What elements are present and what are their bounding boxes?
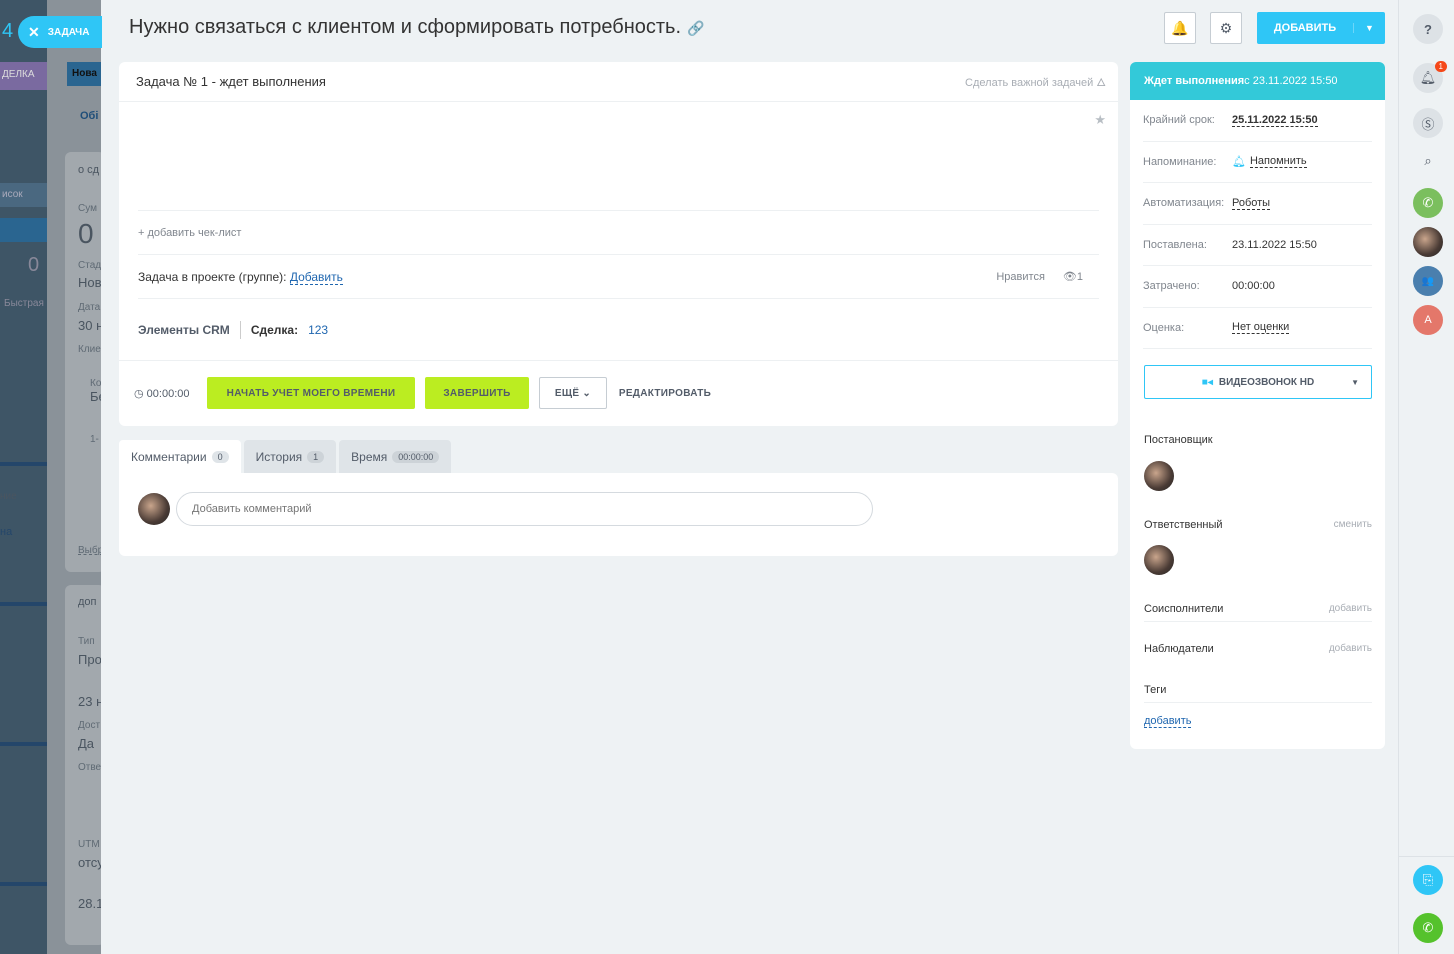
bell-button[interactable]: 🔔 <box>1164 12 1196 44</box>
comment-input[interactable] <box>176 492 873 526</box>
right-toolbar: ? 🔔︎ 1 Ⓢ ⌕ ✆ 👥 A ⎘ ✆ <box>1398 0 1454 954</box>
tab-comments[interactable]: Комментарии 0 <box>119 440 241 473</box>
page-title: Нужно связаться с клиентом и сформироват… <box>129 16 705 38</box>
chat-icon[interactable]: Ⓢ <box>1413 108 1443 138</box>
tab-time[interactable]: Время 00:00:00 <box>339 440 452 473</box>
task-sidebar: Ждет выполнения с 23.11.2022 15:50 Крайн… <box>1130 62 1385 749</box>
change-responsible-link[interactable]: сменить <box>1334 519 1372 531</box>
copy-link-icon[interactable]: 🔗 <box>687 20 704 36</box>
rating-link[interactable]: Нет оценки <box>1232 321 1290 335</box>
call-icon[interactable]: ✆ <box>1413 913 1443 943</box>
chevron-down-icon: ⌄ <box>582 387 592 399</box>
task-panel: Нужно связаться с клиентом и сформироват… <box>101 0 1398 954</box>
background-crm-page: 4 ДЕЛКА Нова Обі о сд Сум 0 Стад Нов Дат… <box>0 0 101 954</box>
chevron-down-icon[interactable]: ▼ <box>1353 23 1385 33</box>
settings-button[interactable]: ⚙ <box>1210 12 1242 44</box>
edit-button[interactable]: РЕДАКТИРОВАТЬ <box>617 377 713 409</box>
bell-icon: 🔔 <box>1171 19 1189 36</box>
flame-icon: 🜂 <box>1096 76 1106 89</box>
add-checklist-link[interactable]: + добавить чек-лист <box>138 227 1099 239</box>
group-chat-icon[interactable]: 👥 <box>1413 266 1443 296</box>
status-badge: Ждет выполнения с 23.11.2022 15:50 <box>1130 62 1385 100</box>
open-lines-icon[interactable]: ⎘ <box>1413 865 1443 895</box>
avatar <box>138 493 170 525</box>
reminder-link[interactable]: Напомнить <box>1249 155 1307 169</box>
eye-icon: 👁 <box>1062 271 1077 283</box>
user-avatar[interactable] <box>1413 227 1443 257</box>
search-icon[interactable]: ⌕ <box>1413 146 1443 176</box>
responsible-avatar[interactable] <box>1144 545 1174 575</box>
chevron-down-icon: ▼ <box>1351 377 1359 387</box>
timer: ◷ 00:00:00 <box>134 388 190 400</box>
add-accomplice-link[interactable]: добавить <box>1329 603 1372 615</box>
help-icon[interactable]: ? <box>1413 14 1443 44</box>
close-icon: ✕ <box>28 23 40 40</box>
start-time-button[interactable]: НАЧАТЬ УЧЕТ МОЕГО ВРЕМЕНИ <box>207 377 415 409</box>
user-initial-avatar[interactable]: A <box>1413 305 1443 335</box>
video-call-button[interactable]: ■◂ ВИДЕОЗВОНОК HD ▼ <box>1144 365 1372 399</box>
finish-button[interactable]: ЗАВЕРШИТЬ <box>425 377 529 409</box>
creator-avatar[interactable] <box>1144 461 1174 491</box>
phone-icon[interactable]: ✆ <box>1413 188 1443 218</box>
task-status-heading: Задача № 1 - ждет выполнения <box>136 74 326 89</box>
make-important-link[interactable]: Сделать важной задачей 🜂 <box>965 71 1106 93</box>
task-card: Задача № 1 - ждет выполнения Сделать важн… <box>119 62 1118 426</box>
add-button[interactable]: ДОБАВИТЬ ▼ <box>1257 12 1385 44</box>
close-slider-button[interactable]: ✕ ЗАДАЧА <box>18 16 102 48</box>
star-icon[interactable]: ★ <box>1094 112 1106 128</box>
deadline-link[interactable]: 25.11.2022 15:50 <box>1232 114 1318 127</box>
add-watcher-link[interactable]: добавить <box>1329 643 1372 655</box>
gear-icon: ⚙ <box>1219 19 1233 36</box>
tab-history[interactable]: История 1 <box>243 440 337 473</box>
like-button[interactable]: Нравится <box>996 271 1045 283</box>
more-button[interactable]: ЕЩЁ ⌄ <box>539 377 607 409</box>
notifications-icon[interactable]: 🔔︎ 1 <box>1413 61 1447 93</box>
deal-link[interactable]: 123 <box>308 323 328 337</box>
camera-icon: ■◂ <box>1201 376 1213 388</box>
add-tag-link[interactable]: добавить <box>1144 715 1192 728</box>
clock-icon: ◷ <box>134 388 144 400</box>
reminder-bell-icon: 🔔︎ <box>1232 156 1246 169</box>
robots-link[interactable]: Роботы <box>1232 197 1271 210</box>
add-project-link[interactable]: Добавить <box>289 270 343 285</box>
